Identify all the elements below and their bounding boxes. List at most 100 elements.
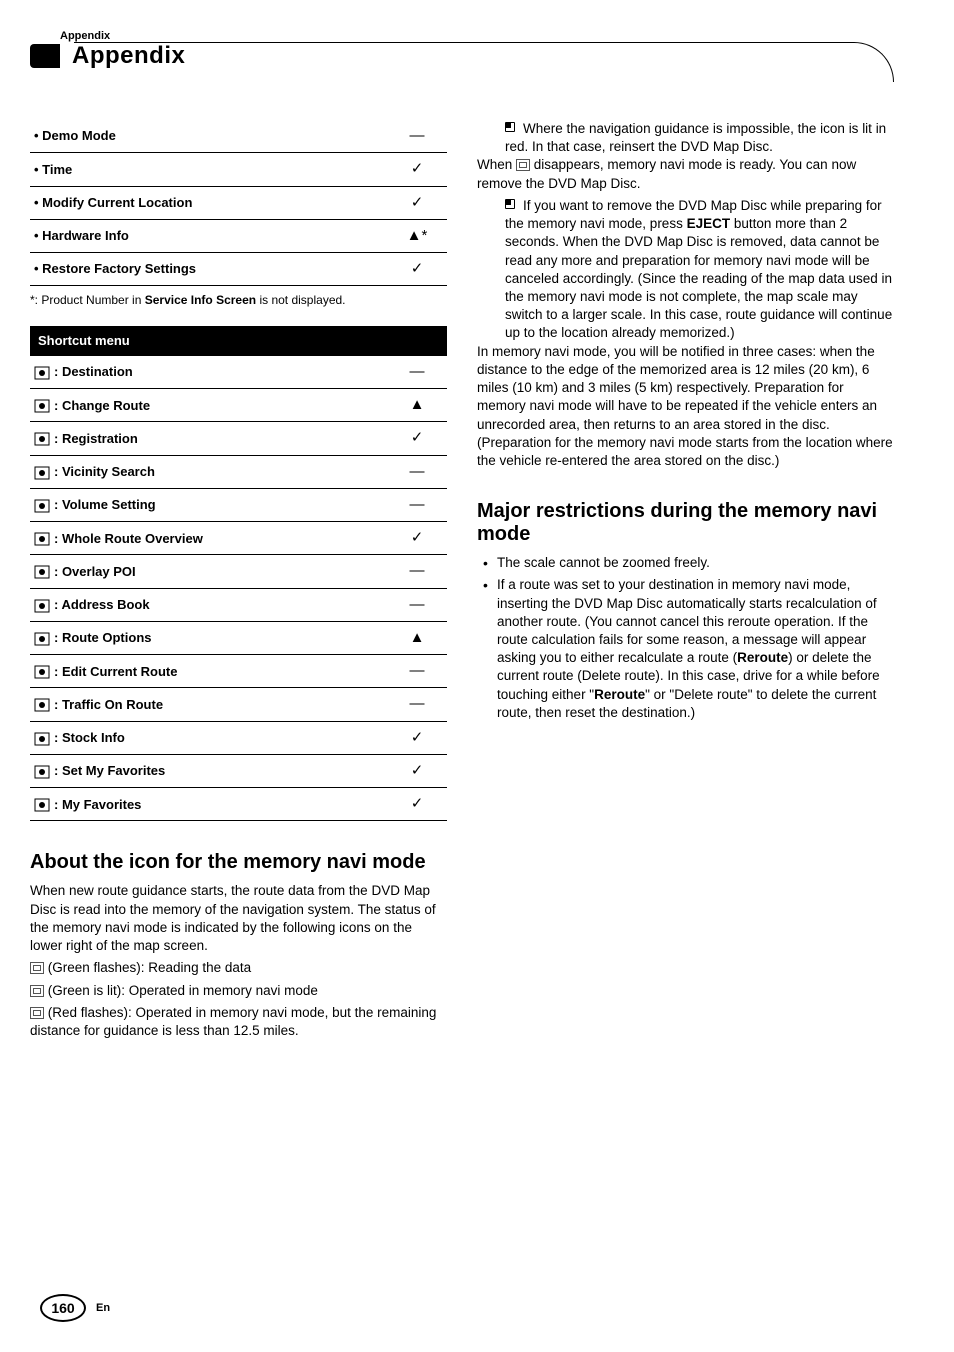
shortcut-label-cell: : Address Book: [30, 588, 387, 621]
row-mark: ✓: [387, 788, 447, 821]
shortcut-label-cell: : Overlay POI: [30, 555, 387, 588]
row-mark: ✓: [387, 153, 447, 186]
shortcut-label-cell: : Volume Setting: [30, 488, 387, 521]
shortcut-label-cell: : Stock Info: [30, 721, 387, 754]
table-row: : Whole Route Overview✓: [30, 522, 447, 555]
shortcut-label-cell: : Destination: [30, 356, 387, 389]
overlay-poi-icon: [34, 565, 50, 579]
note-eject: If you want to remove the DVD Map Disc w…: [477, 197, 894, 343]
table-row: • Time✓: [30, 153, 447, 186]
table-row: : Set My Favorites✓: [30, 754, 447, 787]
section-label: Appendix: [30, 30, 894, 42]
memory-icon: [30, 985, 44, 997]
my-favorites-icon: [34, 798, 50, 812]
heading-major-restrictions: Major restrictions during the memory nav…: [477, 500, 894, 546]
set-favorites-icon: [34, 765, 50, 779]
table-row: : Traffic On Route—: [30, 688, 447, 721]
restriction-item: The scale cannot be zoomed freely.: [477, 554, 894, 572]
page-number: 160: [40, 1294, 86, 1322]
address-book-icon: [34, 599, 50, 613]
table-row: : Vicinity Search—: [30, 455, 447, 488]
page-footer: 160 En: [40, 1294, 110, 1322]
heading-memory-navi-icon: About the icon for the memory navi mode: [30, 851, 447, 874]
whole-route-icon: [34, 532, 50, 546]
row-mark: —: [387, 488, 447, 521]
stock-info-icon: [34, 732, 50, 746]
note-bullet-icon: [505, 122, 515, 132]
table-row: : My Favorites✓: [30, 788, 447, 821]
shortcut-label-cell: : Traffic On Route: [30, 688, 387, 721]
row-mark: —: [387, 555, 447, 588]
table-row: : Route Options▲: [30, 621, 447, 654]
shortcut-label-cell: : Vicinity Search: [30, 455, 387, 488]
shortcut-label-cell: : My Favorites: [30, 788, 387, 821]
row-mark: ✓: [387, 253, 447, 286]
memory-navi-intro: When new route guidance starts, the rout…: [30, 882, 447, 955]
shortcut-label-cell: : Registration: [30, 422, 387, 455]
shortcut-label-cell: : Change Route: [30, 389, 387, 422]
table-row: • Restore Factory Settings✓: [30, 253, 447, 286]
shortcut-label-cell: : Whole Route Overview: [30, 522, 387, 555]
table-row: : Change Route▲: [30, 389, 447, 422]
row-label: • Restore Factory Settings: [30, 253, 387, 286]
row-mark: —: [387, 356, 447, 389]
table-row: • Modify Current Location✓: [30, 186, 447, 219]
table-row: : Stock Info✓: [30, 721, 447, 754]
row-mark: ✓: [387, 522, 447, 555]
shortcut-label-cell: : Set My Favorites: [30, 754, 387, 787]
vicinity-search-icon: [34, 466, 50, 480]
table-row: : Registration✓: [30, 422, 447, 455]
language-code: En: [96, 1302, 110, 1314]
shortcut-label-cell: : Route Options: [30, 621, 387, 654]
table-footnote: *: Product Number in Service Info Screen…: [30, 292, 447, 308]
row-mark: ▲: [387, 621, 447, 654]
chapter-marker: [30, 44, 60, 68]
right-column: Where the navigation guidance is impossi…: [477, 120, 894, 1044]
restrictions-list: The scale cannot be zoomed freely. If a …: [477, 554, 894, 722]
destination-icon: [34, 366, 50, 380]
page-header: Appendix Appendix: [30, 30, 894, 80]
row-label: • Modify Current Location: [30, 186, 387, 219]
shortcut-label-cell: : Edit Current Route: [30, 655, 387, 688]
note-bullet-icon: [505, 199, 515, 209]
memory-icon: [30, 1007, 44, 1019]
shortcut-menu-header: Shortcut menu: [30, 326, 447, 356]
settings-table: • Demo Mode—• Time✓• Modify Current Loca…: [30, 120, 447, 286]
row-mark: ✓: [387, 754, 447, 787]
row-label: • Demo Mode: [30, 120, 387, 153]
table-row: : Destination—: [30, 356, 447, 389]
left-column: • Demo Mode—• Time✓• Modify Current Loca…: [30, 120, 447, 1044]
row-mark: —: [387, 588, 447, 621]
edit-route-icon: [34, 665, 50, 679]
row-label: • Time: [30, 153, 387, 186]
row-mark: —: [387, 655, 447, 688]
row-mark: ✓: [387, 721, 447, 754]
table-row: : Address Book—: [30, 588, 447, 621]
memory-icon: [30, 962, 44, 974]
row-mark: —: [387, 455, 447, 488]
legend-red-flash: (Red flashes): Operated in memory navi m…: [30, 1004, 447, 1040]
restriction-item: If a route was set to your destination i…: [477, 576, 894, 722]
table-row: • Hardware Info▲*: [30, 219, 447, 252]
header-curve: [74, 42, 894, 82]
when-disappears: When disappears, memory navi mode is rea…: [477, 156, 894, 192]
table-row: : Overlay POI—: [30, 555, 447, 588]
row-label: • Hardware Info: [30, 219, 387, 252]
row-mark: ✓: [387, 422, 447, 455]
shortcut-table: : Destination—: Change Route▲: Registrat…: [30, 356, 447, 822]
change-route-icon: [34, 399, 50, 413]
traffic-route-icon: [34, 698, 50, 712]
table-row: • Demo Mode—: [30, 120, 447, 153]
row-mark: ▲: [387, 389, 447, 422]
row-mark: ✓: [387, 186, 447, 219]
legend-green-flash: (Green flashes): Reading the data: [30, 959, 447, 977]
volume-setting-icon: [34, 499, 50, 513]
legend-green-lit: (Green is lit): Operated in memory navi …: [30, 982, 447, 1000]
row-mark: ▲*: [387, 219, 447, 252]
row-mark: —: [387, 120, 447, 153]
memory-icon: [516, 159, 530, 171]
note-impossible: Where the navigation guidance is impossi…: [477, 120, 894, 156]
row-mark: —: [387, 688, 447, 721]
table-row: : Volume Setting—: [30, 488, 447, 521]
registration-icon: [34, 432, 50, 446]
